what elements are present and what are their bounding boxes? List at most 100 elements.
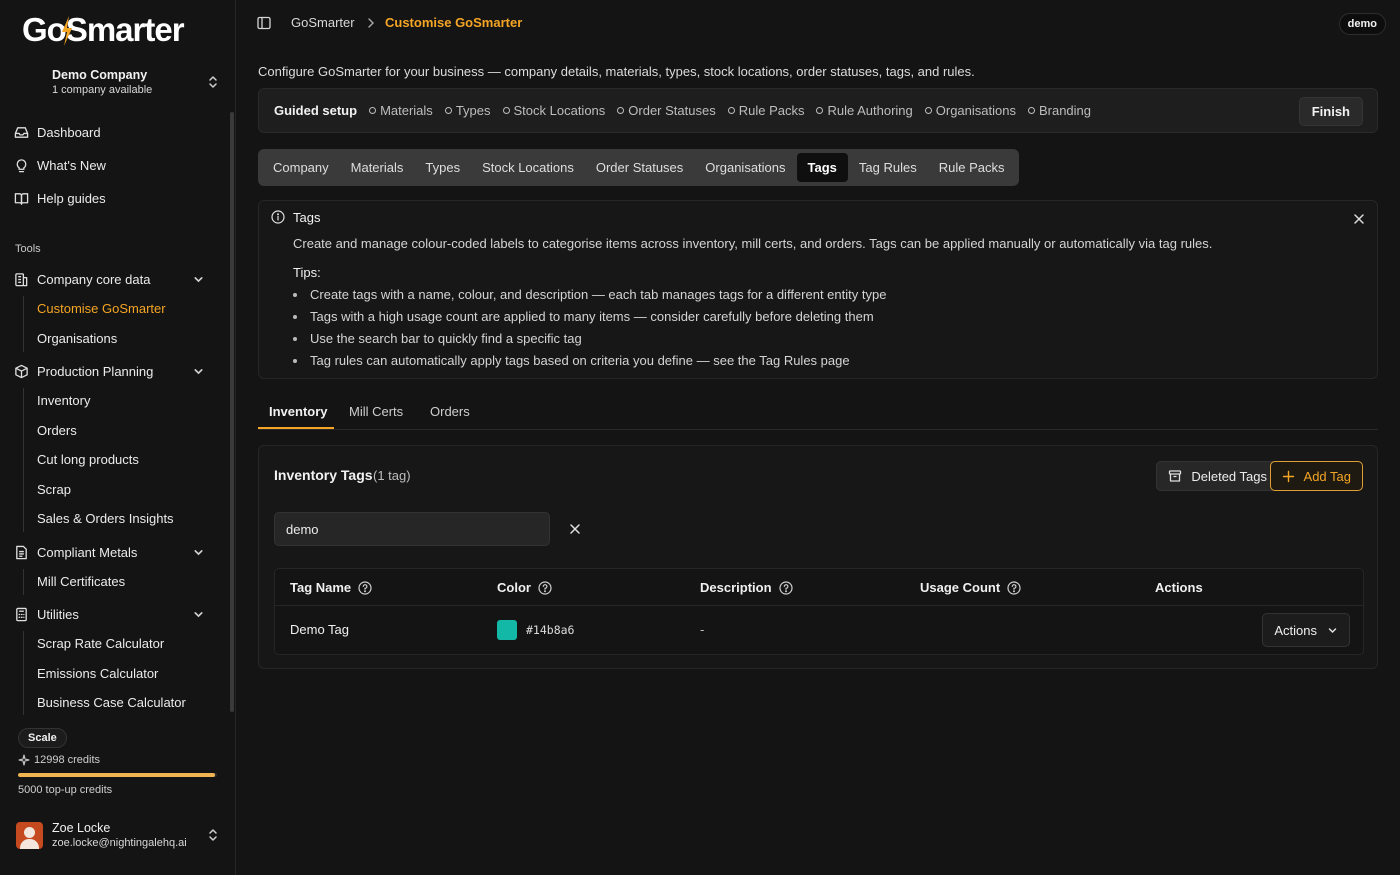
sidebar-item-organisations[interactable]: Organisations	[37, 326, 117, 350]
column-header-usage-count[interactable]: Usage Count	[920, 580, 1021, 595]
column-header-description[interactable]: Description	[700, 580, 793, 595]
tab-order-statuses[interactable]: Order Statuses	[585, 153, 694, 182]
sidebar-toggle-icon[interactable]	[257, 16, 271, 30]
sidebar-section-tools: Tools	[15, 243, 41, 255]
tag-search-input[interactable]	[274, 512, 550, 546]
sidebar-item-orders[interactable]: Orders	[37, 418, 77, 442]
help-circle-icon[interactable]	[1007, 580, 1021, 595]
tip-item: Tags with a high usage count are applied…	[293, 307, 886, 329]
guided-step-materials[interactable]: Materials	[369, 103, 433, 118]
sidebar-item-cut-long-products[interactable]: Cut long products	[37, 447, 139, 471]
sidebar-item-business-case-calculator[interactable]: Business Case Calculator	[37, 690, 186, 714]
tab-materials[interactable]: Materials	[340, 153, 415, 182]
step-circle-icon	[444, 107, 452, 114]
file-text-icon	[14, 545, 29, 560]
guided-step-order-statuses[interactable]: Order Statuses	[617, 103, 716, 118]
breadcrumb-root[interactable]: GoSmarter	[291, 15, 355, 30]
sidebar-group-production-planning[interactable]: Production Planning	[14, 357, 219, 385]
sidebar-item-label: Utilities	[37, 606, 79, 622]
company-name: Demo Company	[52, 68, 148, 82]
guided-step-rule-packs[interactable]: Rule Packs	[727, 103, 804, 118]
guided-step-branding[interactable]: Branding	[1027, 103, 1091, 118]
step-circle-icon	[369, 107, 377, 114]
sidebar-item-label: Company core data	[37, 271, 151, 287]
row-actions-button[interactable]: Actions	[1262, 613, 1350, 647]
tip-item: Use the search bar to quickly find a spe…	[293, 329, 886, 351]
help-circle-icon[interactable]	[358, 580, 372, 595]
calculator-icon	[14, 607, 29, 622]
active-tab-indicator	[258, 427, 334, 429]
guided-step-rule-authoring[interactable]: Rule Authoring	[816, 103, 913, 118]
chevron-down-icon	[192, 365, 205, 378]
sidebar-group-company-core-data[interactable]: Company core data	[14, 265, 219, 293]
plus-icon	[1282, 470, 1295, 483]
sidebar-item-customise-gosmarter[interactable]: Customise GoSmarter	[37, 296, 166, 320]
user-menu[interactable]: Zoe Locke zoe.locke@nightingalehq.ai	[16, 818, 226, 852]
sidebar-item-scrap[interactable]: Scrap	[37, 477, 71, 501]
sidebar-item-emissions-calculator[interactable]: Emissions Calculator	[37, 661, 158, 685]
help-circle-icon[interactable]	[538, 580, 552, 595]
guided-step-organisations[interactable]: Organisations	[924, 103, 1016, 118]
add-tag-button[interactable]: Add Tag	[1269, 461, 1363, 491]
sidebar-scrollbar[interactable]	[229, 110, 235, 715]
credits-progress-fill	[18, 773, 215, 777]
guided-step-types[interactable]: Types	[444, 103, 491, 118]
tab-organisations[interactable]: Organisations	[694, 153, 796, 182]
tab-mill-certs[interactable]: Mill Certs	[349, 404, 403, 419]
guided-step-stock-locations[interactable]: Stock Locations	[502, 103, 605, 118]
tab-types[interactable]: Types	[414, 153, 471, 182]
guided-setup-bar: Guided setup Materials Types Stock Locat…	[258, 88, 1378, 133]
chevron-down-icon	[192, 273, 205, 286]
sidebar-item-inventory[interactable]: Inventory	[37, 388, 90, 412]
sidebar-subrail	[23, 569, 24, 595]
tab-tag-rules[interactable]: Tag Rules	[848, 153, 928, 182]
tab-rule-packs[interactable]: Rule Packs	[928, 153, 1016, 182]
deleted-tags-button[interactable]: Deleted Tags	[1156, 461, 1279, 491]
lightning-bolt-icon	[62, 16, 72, 46]
sidebar-item-scrap-rate-calculator[interactable]: Scrap Rate Calculator	[37, 631, 164, 655]
company-switcher[interactable]: Demo Company 1 company available	[16, 62, 226, 102]
guided-setup-title: Guided setup	[274, 103, 358, 118]
sidebar-item-sales-orders-insights[interactable]: Sales & Orders Insights	[37, 506, 174, 530]
user-email: zoe.locke@nightingalehq.ai	[52, 836, 187, 849]
cell-color-hex: #14b8a6	[526, 623, 575, 637]
step-circle-icon	[502, 107, 510, 114]
sidebar-item-mill-certificates[interactable]: Mill Certificates	[37, 569, 125, 593]
sidebar-group-compliant-metals[interactable]: Compliant Metals	[14, 538, 219, 566]
credits-progress-bar	[18, 773, 217, 777]
building-icon	[14, 272, 29, 287]
sidebar-item-label: Compliant Metals	[37, 544, 138, 560]
topup-credits: 5000 top-up credits	[18, 784, 113, 796]
tab-orders[interactable]: Orders	[430, 404, 470, 419]
sidebar-item-whats-new[interactable]: What's New	[14, 151, 219, 179]
inbox-icon	[14, 125, 29, 140]
tab-inventory[interactable]: Inventory	[269, 404, 328, 419]
sidebar-item-help-guides[interactable]: Help guides	[14, 184, 219, 212]
clear-search-icon[interactable]	[569, 523, 581, 535]
tab-company[interactable]: Company	[262, 153, 340, 182]
close-icon[interactable]	[1353, 213, 1365, 225]
gosmarter-logo[interactable]: Go S marter	[22, 12, 185, 48]
column-header-tag-name[interactable]: Tag Name	[290, 580, 372, 595]
avatar	[16, 821, 43, 849]
main-content: GoSmarter Customise GoSmarter demo Confi…	[237, 0, 1400, 875]
table-row[interactable]: Demo Tag #14b8a6 - Actions	[275, 607, 1363, 655]
top-bar: GoSmarter Customise GoSmarter demo	[237, 0, 1400, 46]
tag-count: (1 tag)	[373, 468, 411, 483]
tab-stock-locations[interactable]: Stock Locations	[471, 153, 585, 182]
help-circle-icon[interactable]	[778, 580, 793, 595]
chevron-down-icon	[192, 608, 205, 621]
finish-button[interactable]: Finish	[1298, 97, 1363, 126]
inventory-tags-card: Inventory Tags (1 tag) Deleted Tags Add …	[258, 445, 1378, 669]
sidebar-item-label: Help guides	[37, 190, 106, 206]
add-tag-label: Add Tag	[1303, 468, 1351, 484]
sidebar-item-label: Production Planning	[37, 363, 154, 379]
column-header-color[interactable]: Color	[497, 580, 552, 595]
step-circle-icon	[727, 107, 735, 114]
sidebar-group-utilities[interactable]: Utilities	[14, 600, 219, 628]
entity-tabs: Inventory Mill Certs Orders	[258, 398, 1378, 430]
sidebar-scrollbar-thumb[interactable]	[230, 112, 234, 712]
environment-badge: demo	[1338, 13, 1386, 35]
sidebar-item-dashboard[interactable]: Dashboard	[14, 118, 219, 146]
tab-tags[interactable]: Tags	[796, 153, 848, 182]
